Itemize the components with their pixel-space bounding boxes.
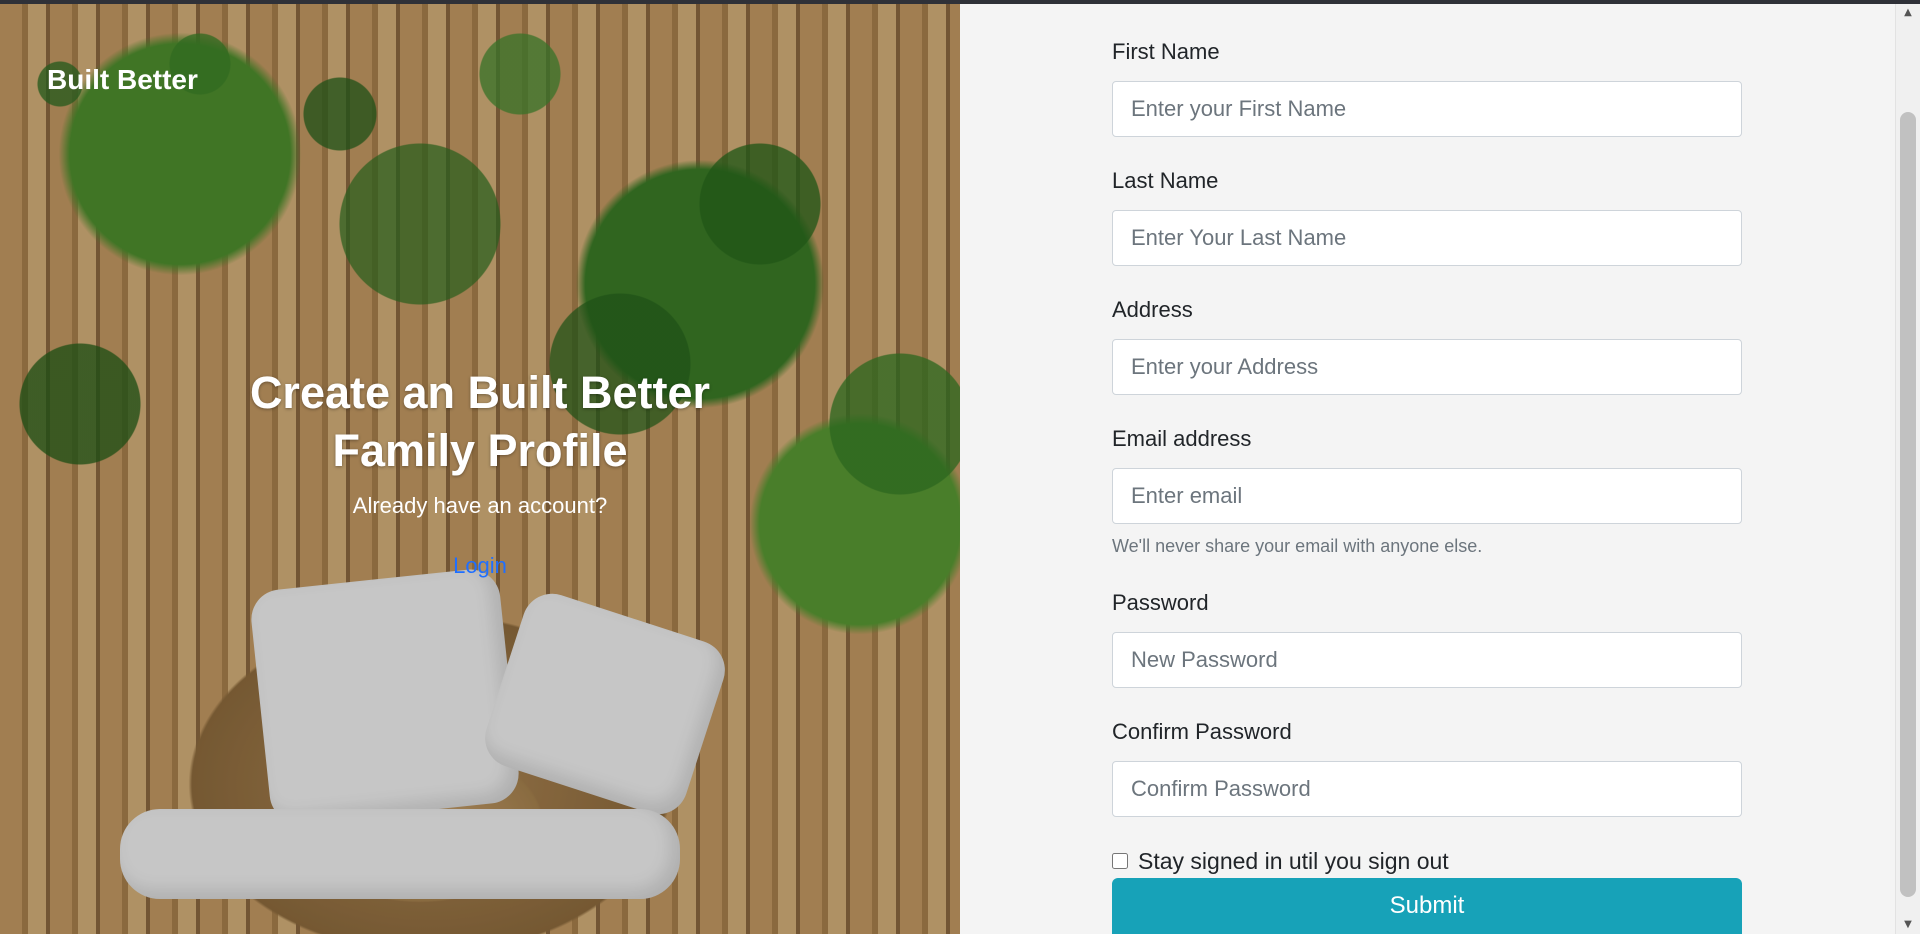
chevron-down-icon[interactable]: ▼ [1896, 916, 1920, 934]
email-input[interactable] [1112, 468, 1742, 524]
email-label: Email address [1112, 426, 1252, 451]
stay-signed-in-row[interactable]: Stay signed in util you sign out [1112, 846, 1449, 876]
address-input[interactable] [1112, 339, 1742, 395]
confirm-password-input[interactable] [1112, 761, 1742, 817]
password-label: Password [1112, 590, 1209, 615]
scrollbar-thumb[interactable] [1900, 112, 1916, 897]
submit-button[interactable]: Submit [1112, 878, 1742, 934]
confirm-password-label: Confirm Password [1112, 719, 1292, 744]
address-label: Address [1112, 297, 1193, 322]
hero-title: Create an Built Better Family Profile [249, 367, 711, 476]
account-question: Already have an account? [352, 493, 608, 518]
password-input[interactable] [1112, 632, 1742, 688]
last-name-input[interactable] [1112, 210, 1742, 266]
login-link[interactable]: Login [420, 553, 540, 579]
stay-signed-in-label[interactable]: Stay signed in util you sign out [1138, 848, 1449, 875]
email-help-text: We'll never share your email with anyone… [1112, 536, 1483, 556]
stay-signed-in-checkbox[interactable] [1112, 853, 1128, 869]
first-name-label: First Name [1112, 39, 1220, 64]
brand-logo[interactable]: Built Better [47, 64, 198, 96]
chevron-up-icon[interactable]: ▲ [1896, 4, 1920, 22]
last-name-label: Last Name [1112, 168, 1219, 193]
hero-image-panel: Built Better Create an Built Better Fami… [0, 4, 960, 934]
first-name-input[interactable] [1112, 81, 1742, 137]
vertical-scrollbar[interactable]: ▲ ▼ [1895, 4, 1920, 934]
